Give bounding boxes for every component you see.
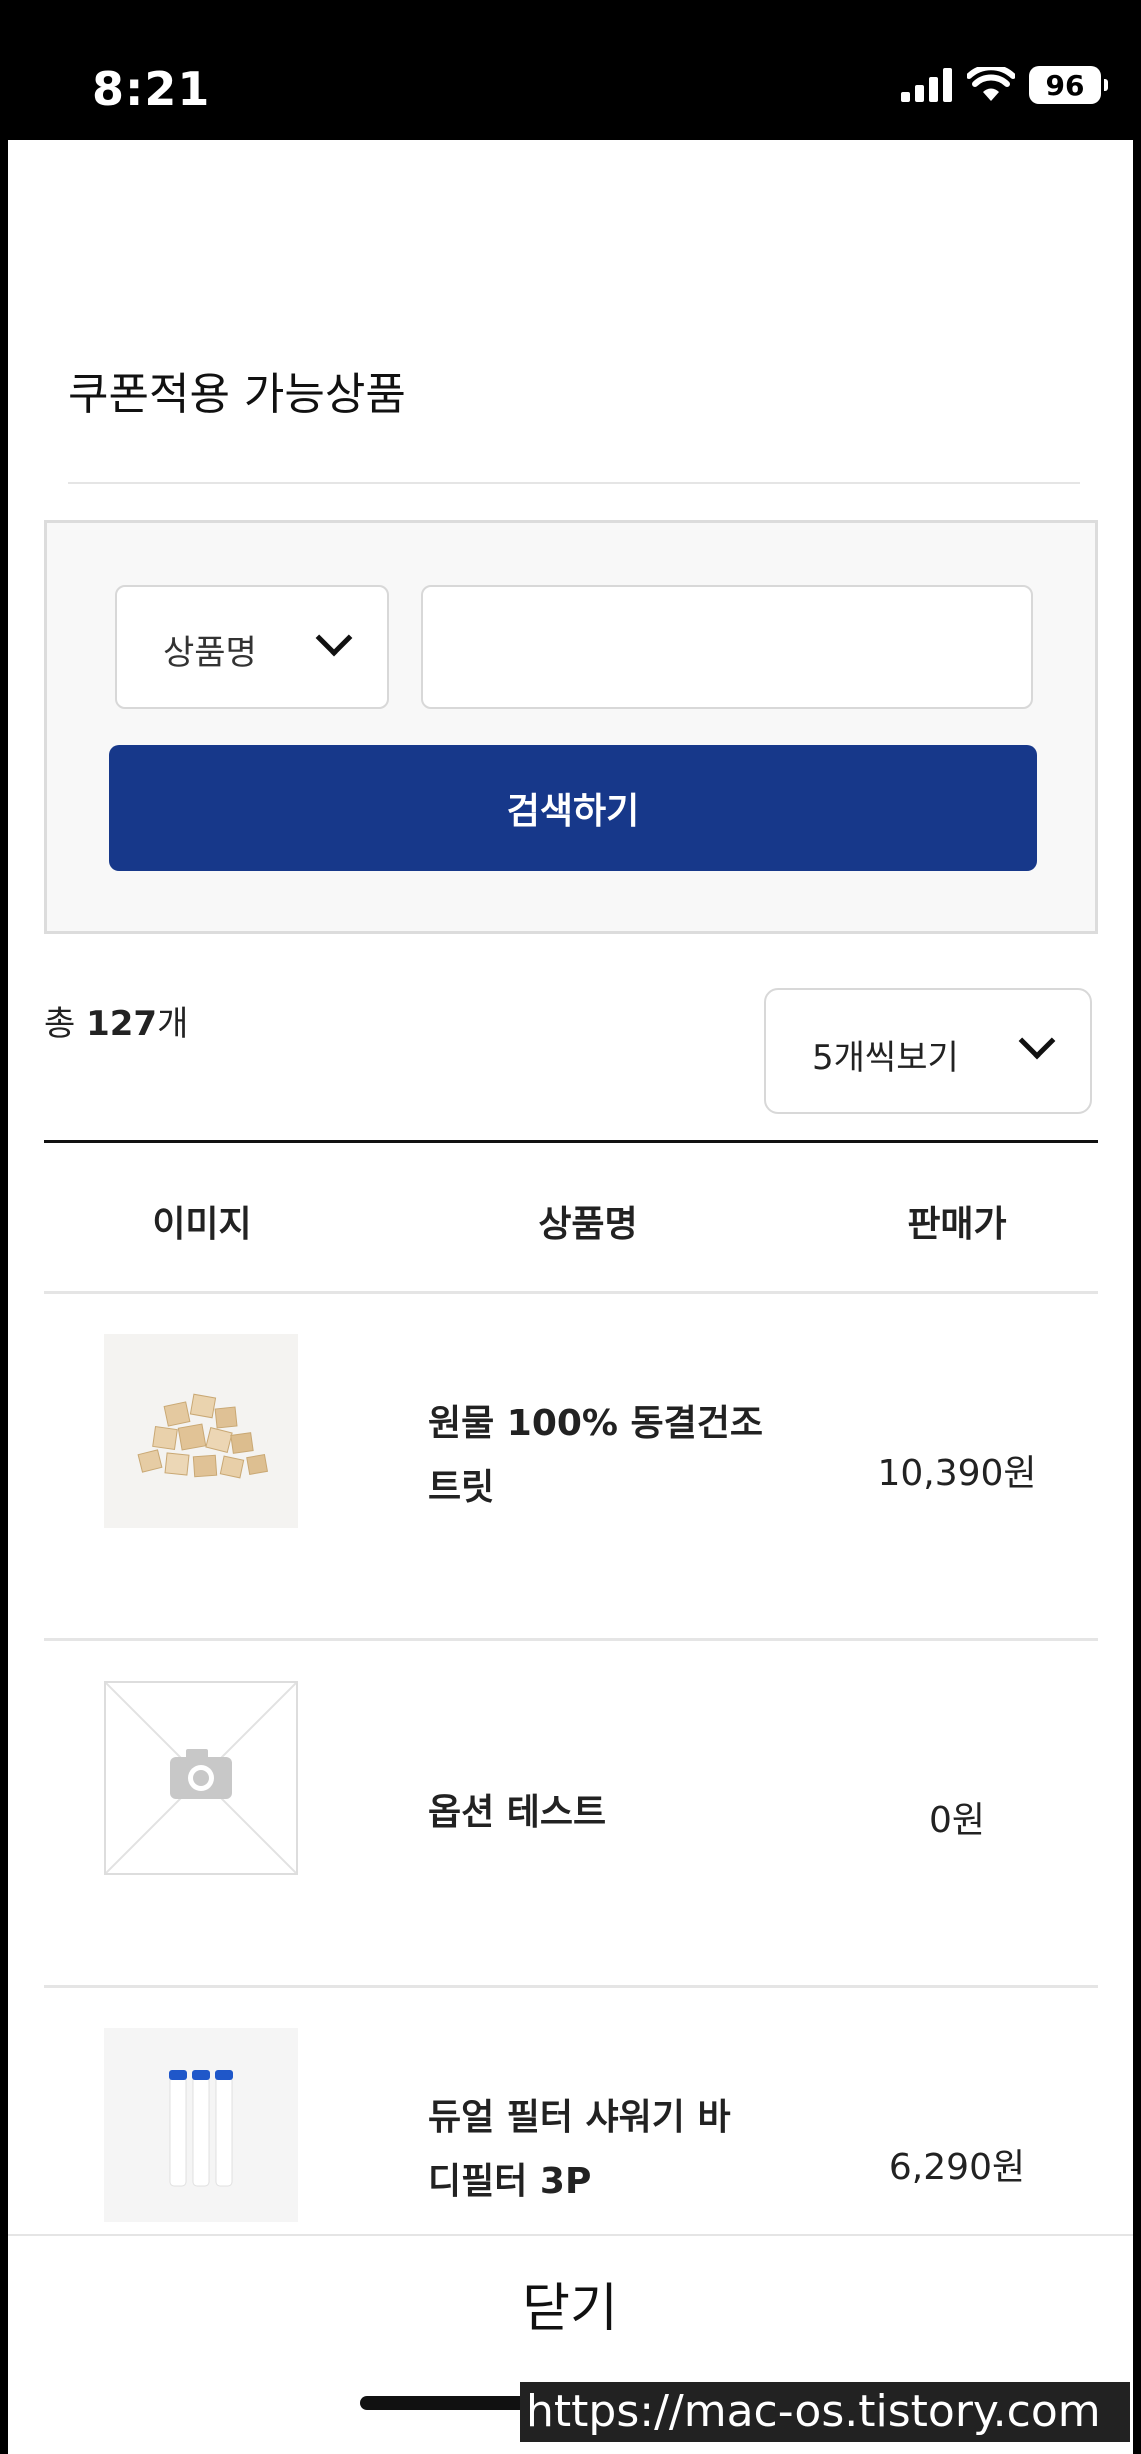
- header-name: 상품명: [538, 1204, 638, 1245]
- total-count-prefix: 총: [44, 1004, 87, 1044]
- search-type-select[interactable]: 상품명: [115, 585, 389, 709]
- search-panel: 상품명 검색하기: [44, 520, 1098, 934]
- status-icons: 96: [901, 66, 1108, 104]
- product-thumbnail[interactable]: [104, 2028, 298, 2222]
- total-count: 총 127개: [44, 996, 188, 1045]
- title-divider: [68, 482, 1080, 484]
- product-price: 10,390원: [877, 1453, 1037, 1494]
- product-thumbnail[interactable]: [104, 1334, 298, 1528]
- cellular-signal-icon: [901, 68, 952, 102]
- status-bar: 8:21 96: [0, 0, 1141, 140]
- coupon-products-sheet: 쿠폰적용 가능상품 상품명 검색하기 총 127개 5개씩보기 이미지 상품명 …: [8, 140, 1133, 2454]
- search-input[interactable]: [421, 585, 1033, 709]
- table-row[interactable]: 옵션 테스트 0원: [44, 1641, 1098, 1988]
- product-name-line: 트릿: [428, 1467, 495, 1508]
- product-price: 6,290원: [888, 2147, 1026, 2188]
- table-row[interactable]: 원물 100% 동결건조 트릿 10,390원: [44, 1294, 1098, 1641]
- product-price: 0원: [928, 1800, 986, 1841]
- shower-filter-image: [104, 2028, 298, 2222]
- product-name[interactable]: 원물 100% 동결건조 트릿: [428, 1392, 788, 1520]
- product-name-line: 듀얼 필터 샤워기 바: [428, 2097, 731, 2138]
- product-name[interactable]: 옵션 테스트: [428, 1781, 788, 1845]
- per-page-label: 5개씩보기: [812, 1038, 959, 1078]
- product-name-line: 디필터 3P: [428, 2161, 592, 2202]
- product-name-line: 옵션 테스트: [428, 1792, 607, 1833]
- total-count-suffix: 개: [157, 1004, 189, 1044]
- per-page-select[interactable]: 5개씩보기: [764, 988, 1092, 1114]
- header-price: 판매가: [907, 1204, 1007, 1245]
- chevron-down-icon: [1018, 1022, 1056, 1060]
- watermark: https://mac-os.tistory.com: [520, 2382, 1130, 2442]
- close-button[interactable]: 닫기: [420, 2258, 720, 2348]
- status-time: 8:21: [92, 62, 211, 116]
- product-name-line: 원물 100% 동결건조: [428, 1403, 764, 1444]
- total-count-number: 127: [86, 1004, 158, 1044]
- wifi-icon: [967, 67, 1015, 101]
- freeze-dried-treats-image: [104, 1334, 298, 1528]
- chevron-down-icon: [315, 619, 353, 657]
- camera-placeholder-icon: [106, 1683, 296, 1873]
- table-header: 이미지 상품명 판매가: [44, 1140, 1098, 1294]
- battery-indicator: 96: [1029, 66, 1108, 104]
- product-name[interactable]: 듀얼 필터 샤워기 바 디필터 3P: [428, 2086, 788, 2214]
- page-title: 쿠폰적용 가능상품: [68, 369, 406, 420]
- header-image: 이미지: [152, 1204, 252, 1245]
- product-table: 이미지 상품명 판매가 원물 100% 동결건조 트릿 10,390원 옵션 테…: [44, 1140, 1098, 2335]
- search-button[interactable]: 검색하기: [109, 745, 1037, 871]
- search-type-label: 상품명: [163, 633, 257, 673]
- product-thumbnail[interactable]: [104, 1681, 298, 1875]
